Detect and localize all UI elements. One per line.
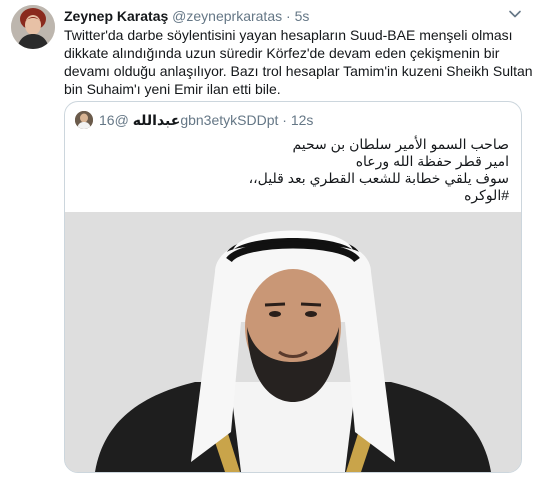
quoted-text-line: سوف يلقي خطابة للشعب القطري بعد قليل،، (248, 170, 509, 186)
chevron-down-icon[interactable] (508, 7, 522, 21)
tweet-text-line: dikkate alındığında uzun süredir Körfez'… (64, 45, 500, 61)
tweet[interactable]: Zeynep Karataş @zeyneprkaratas · 5s Twit… (0, 0, 537, 483)
author-name[interactable]: Zeynep Karataş (64, 8, 168, 24)
quoted-tweet-image[interactable] (65, 212, 521, 472)
quoted-author-avatar[interactable] (75, 111, 93, 129)
quoted-text-line: #الوكره (464, 187, 509, 203)
quoted-text-line: صاحب السمو الأمير سلطان بن سحيم (292, 136, 509, 152)
quoted-tweet-time[interactable]: 12s (291, 112, 314, 128)
quoted-author-handle[interactable]: @16gbn3etykSDDpt (99, 112, 278, 128)
author-avatar[interactable] (11, 5, 55, 49)
tweet-time[interactable]: 5s (295, 8, 310, 24)
author-handle[interactable]: @zeyneprkaratas (172, 8, 282, 24)
quoted-author-avatar-image (75, 111, 93, 129)
quoted-header-separator: · (282, 112, 287, 128)
tweet-text: Twitter'da darbe söylentisini yayan hesa… (64, 26, 533, 98)
tweet-text-line: devamı olduğu anlaşılıyor. Bazı trol hes… (64, 63, 533, 79)
header-separator: · (286, 8, 291, 24)
quoted-text-line: امير قطر حفظة الله ورعاه (355, 153, 509, 169)
quoted-author-name[interactable]: عبدالله (133, 112, 181, 128)
portrait-photo (65, 212, 521, 472)
quoted-tweet-header: عبدالله @16gbn3etykSDDpt · 12s (99, 112, 313, 128)
author-avatar-image (11, 5, 55, 49)
tweet-text-line: bin Suhaim'ı yeni Emir ilan etti bile. (64, 81, 281, 97)
tweet-text-line: Twitter'da darbe söylentisini yayan hesa… (64, 27, 513, 43)
tweet-header: Zeynep Karataş @zeyneprkaratas · 5s (64, 8, 309, 24)
quoted-tweet[interactable]: عبدالله @16gbn3etykSDDpt · 12s صاحب السم… (64, 101, 522, 473)
quoted-tweet-text: صاحب السمو الأمير سلطان بن سحيم امير قطر… (89, 136, 509, 204)
